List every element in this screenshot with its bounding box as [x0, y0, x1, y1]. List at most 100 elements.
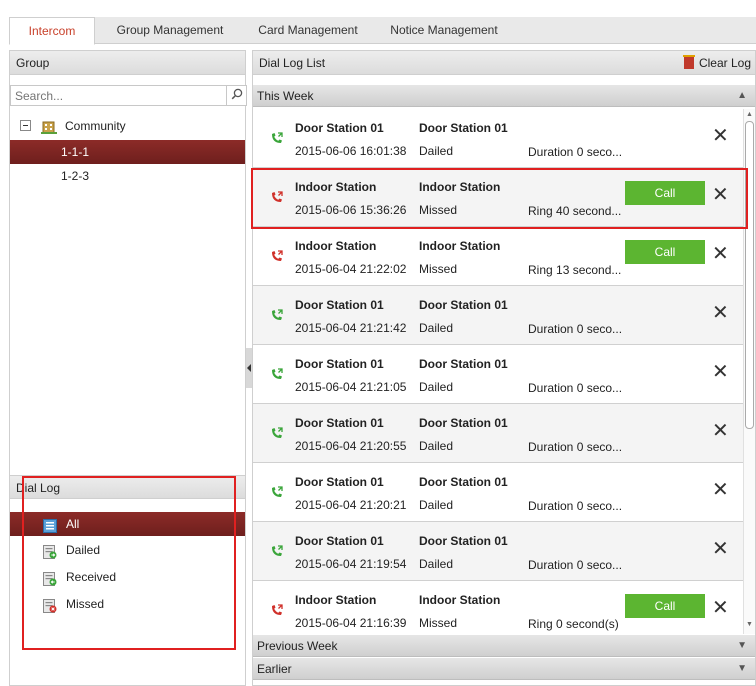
- tab-notice-management[interactable]: Notice Management: [379, 17, 509, 44]
- dial-log-list-title: Dial Log List: [259, 56, 326, 70]
- tab-strip: Intercom Group Management Card Managemen…: [9, 17, 756, 45]
- close-icon[interactable]: ✕: [712, 126, 729, 146]
- call-type: Missed: [419, 262, 458, 276]
- call-button[interactable]: Call: [625, 240, 705, 264]
- call-duration: Duration 0 seco...: [528, 381, 623, 395]
- table-row[interactable]: Indoor Station 2015-06-04 21:22:02 Indoor …: [253, 227, 743, 286]
- caller-name: Door Station 01: [295, 416, 384, 430]
- missed-call-icon: [270, 249, 284, 263]
- call-type: Dailed: [419, 439, 454, 453]
- close-icon[interactable]: ✕: [712, 362, 729, 382]
- call-time: 2015-06-04 21:21:42: [295, 321, 407, 335]
- building-icon: [41, 118, 57, 134]
- caller-name: Door Station 01: [295, 534, 384, 548]
- device-name: Door Station 01: [419, 534, 508, 548]
- device-name: Door Station 01: [419, 416, 508, 430]
- table-row[interactable]: Door Station 01 2015-06-04 21:21:05 Door S…: [253, 345, 743, 404]
- table-row[interactable]: Door Station 01 2015-06-04 21:21:42 Door S…: [253, 286, 743, 345]
- call-duration: Ring 13 second...: [528, 263, 622, 277]
- call-type: Dailed: [419, 321, 454, 335]
- call-duration: Duration 0 seco...: [528, 322, 623, 336]
- close-icon[interactable]: ✕: [712, 421, 729, 441]
- table-row[interactable]: Door Station 01 2015-06-04 21:20:55 Door S…: [253, 404, 743, 463]
- table-row[interactable]: Door Station 01 2015-06-04 21:19:54 Door S…: [253, 522, 743, 581]
- search-input[interactable]: [11, 86, 221, 105]
- call-time: 2015-06-04 21:22:02: [295, 262, 407, 276]
- tab-group-management[interactable]: Group Management: [101, 17, 239, 44]
- tree-node-1-1-1[interactable]: 1-1-1: [10, 140, 245, 164]
- clear-log-label: Clear Log: [698, 56, 751, 70]
- caller-name: Indoor Station: [295, 239, 377, 253]
- device-name: Door Station 01: [419, 357, 508, 371]
- collapse-icon[interactable]: [20, 120, 31, 131]
- dial-log-list-panel: Dial Log List Clear Log This Week ▲ Door…: [252, 50, 756, 686]
- call-type: Dailed: [419, 380, 454, 394]
- call-duration: Duration 0 seco...: [528, 440, 623, 454]
- close-icon[interactable]: ✕: [712, 244, 729, 264]
- collapse-arrow-icon: [247, 364, 251, 372]
- call-duration: Duration 0 seco...: [528, 145, 623, 159]
- outgoing-call-icon: [270, 485, 284, 499]
- scroll-down-icon[interactable]: ▼: [746, 621, 753, 628]
- outgoing-call-icon: [270, 308, 284, 322]
- call-time: 2015-06-04 21:16:39: [295, 616, 407, 630]
- chevron-up-icon: ▲: [737, 90, 747, 101]
- tab-intercom[interactable]: Intercom: [9, 17, 95, 45]
- section-earlier[interactable]: Earlier ▼: [253, 658, 755, 680]
- device-name: Door Station 01: [419, 475, 508, 489]
- section-previous-week[interactable]: Previous Week ▼: [253, 635, 755, 657]
- chevron-down-icon: ▼: [737, 663, 747, 674]
- missed-call-icon: [270, 603, 284, 617]
- tree-node-label: 1-2-3: [61, 169, 90, 183]
- table-row[interactable]: Door Station 01 2015-06-04 21:20:21 Door S…: [253, 463, 743, 522]
- scroll-up-icon[interactable]: ▲: [746, 111, 753, 118]
- call-type: Missed: [419, 616, 458, 630]
- tree-node-community[interactable]: Community: [10, 114, 245, 138]
- close-icon[interactable]: ✕: [712, 303, 729, 323]
- device-name: Door Station 01: [419, 298, 508, 312]
- caller-name: Door Station 01: [295, 357, 384, 371]
- call-time: 2015-06-04 21:20:21: [295, 498, 407, 512]
- call-duration: Ring 0 second(s): [528, 617, 619, 631]
- call-button[interactable]: Call: [625, 594, 705, 618]
- section-label: Previous Week: [257, 639, 338, 653]
- outgoing-call-icon: [270, 367, 284, 381]
- outgoing-call-icon: [270, 544, 284, 558]
- highlight-box-dial-log: [22, 476, 236, 650]
- tab-card-management[interactable]: Card Management: [245, 17, 371, 44]
- call-time: 2015-06-04 21:19:54: [295, 557, 407, 571]
- call-time: 2015-06-04 21:20:55: [295, 439, 407, 453]
- search-icon[interactable]: [226, 86, 246, 105]
- caller-name: Door Station 01: [295, 298, 384, 312]
- device-name: Door Station 01: [419, 121, 508, 135]
- table-row[interactable]: Door Station 01 2015-06-06 16:01:38 Door S…: [253, 109, 743, 168]
- caller-name: Door Station 01: [295, 121, 384, 135]
- table-row[interactable]: Indoor Station 2015-06-04 21:16:39 Indoor …: [253, 581, 743, 634]
- trash-icon: [682, 55, 695, 69]
- outgoing-call-icon: [270, 426, 284, 440]
- dial-log-list-header: Dial Log List Clear Log: [253, 51, 755, 75]
- group-header: Group: [10, 51, 245, 75]
- tree-node-1-2-3[interactable]: 1-2-3: [10, 164, 245, 188]
- tab-bar: Intercom Group Management Card Managemen…: [0, 0, 756, 45]
- call-type: Dailed: [419, 498, 454, 512]
- section-label: This Week: [257, 89, 314, 103]
- group-search: [10, 85, 247, 106]
- close-icon[interactable]: ✕: [712, 539, 729, 559]
- section-label: Earlier: [257, 662, 292, 676]
- highlight-box-row: [251, 168, 748, 229]
- close-icon[interactable]: ✕: [712, 480, 729, 500]
- call-time: 2015-06-04 21:21:05: [295, 380, 407, 394]
- section-this-week[interactable]: This Week ▲: [253, 85, 755, 107]
- call-duration: Duration 0 seco...: [528, 499, 623, 513]
- caller-name: Indoor Station: [295, 593, 377, 607]
- close-icon[interactable]: ✕: [712, 598, 729, 618]
- chevron-down-icon: ▼: [737, 640, 747, 651]
- clear-log-button[interactable]: Clear Log: [682, 51, 751, 75]
- device-name: Indoor Station: [419, 593, 501, 607]
- call-duration: Duration 0 seco...: [528, 558, 623, 572]
- device-name: Indoor Station: [419, 239, 501, 253]
- call-type: Dailed: [419, 144, 454, 158]
- tree-node-label: Community: [65, 119, 126, 133]
- call-type: Dailed: [419, 557, 454, 571]
